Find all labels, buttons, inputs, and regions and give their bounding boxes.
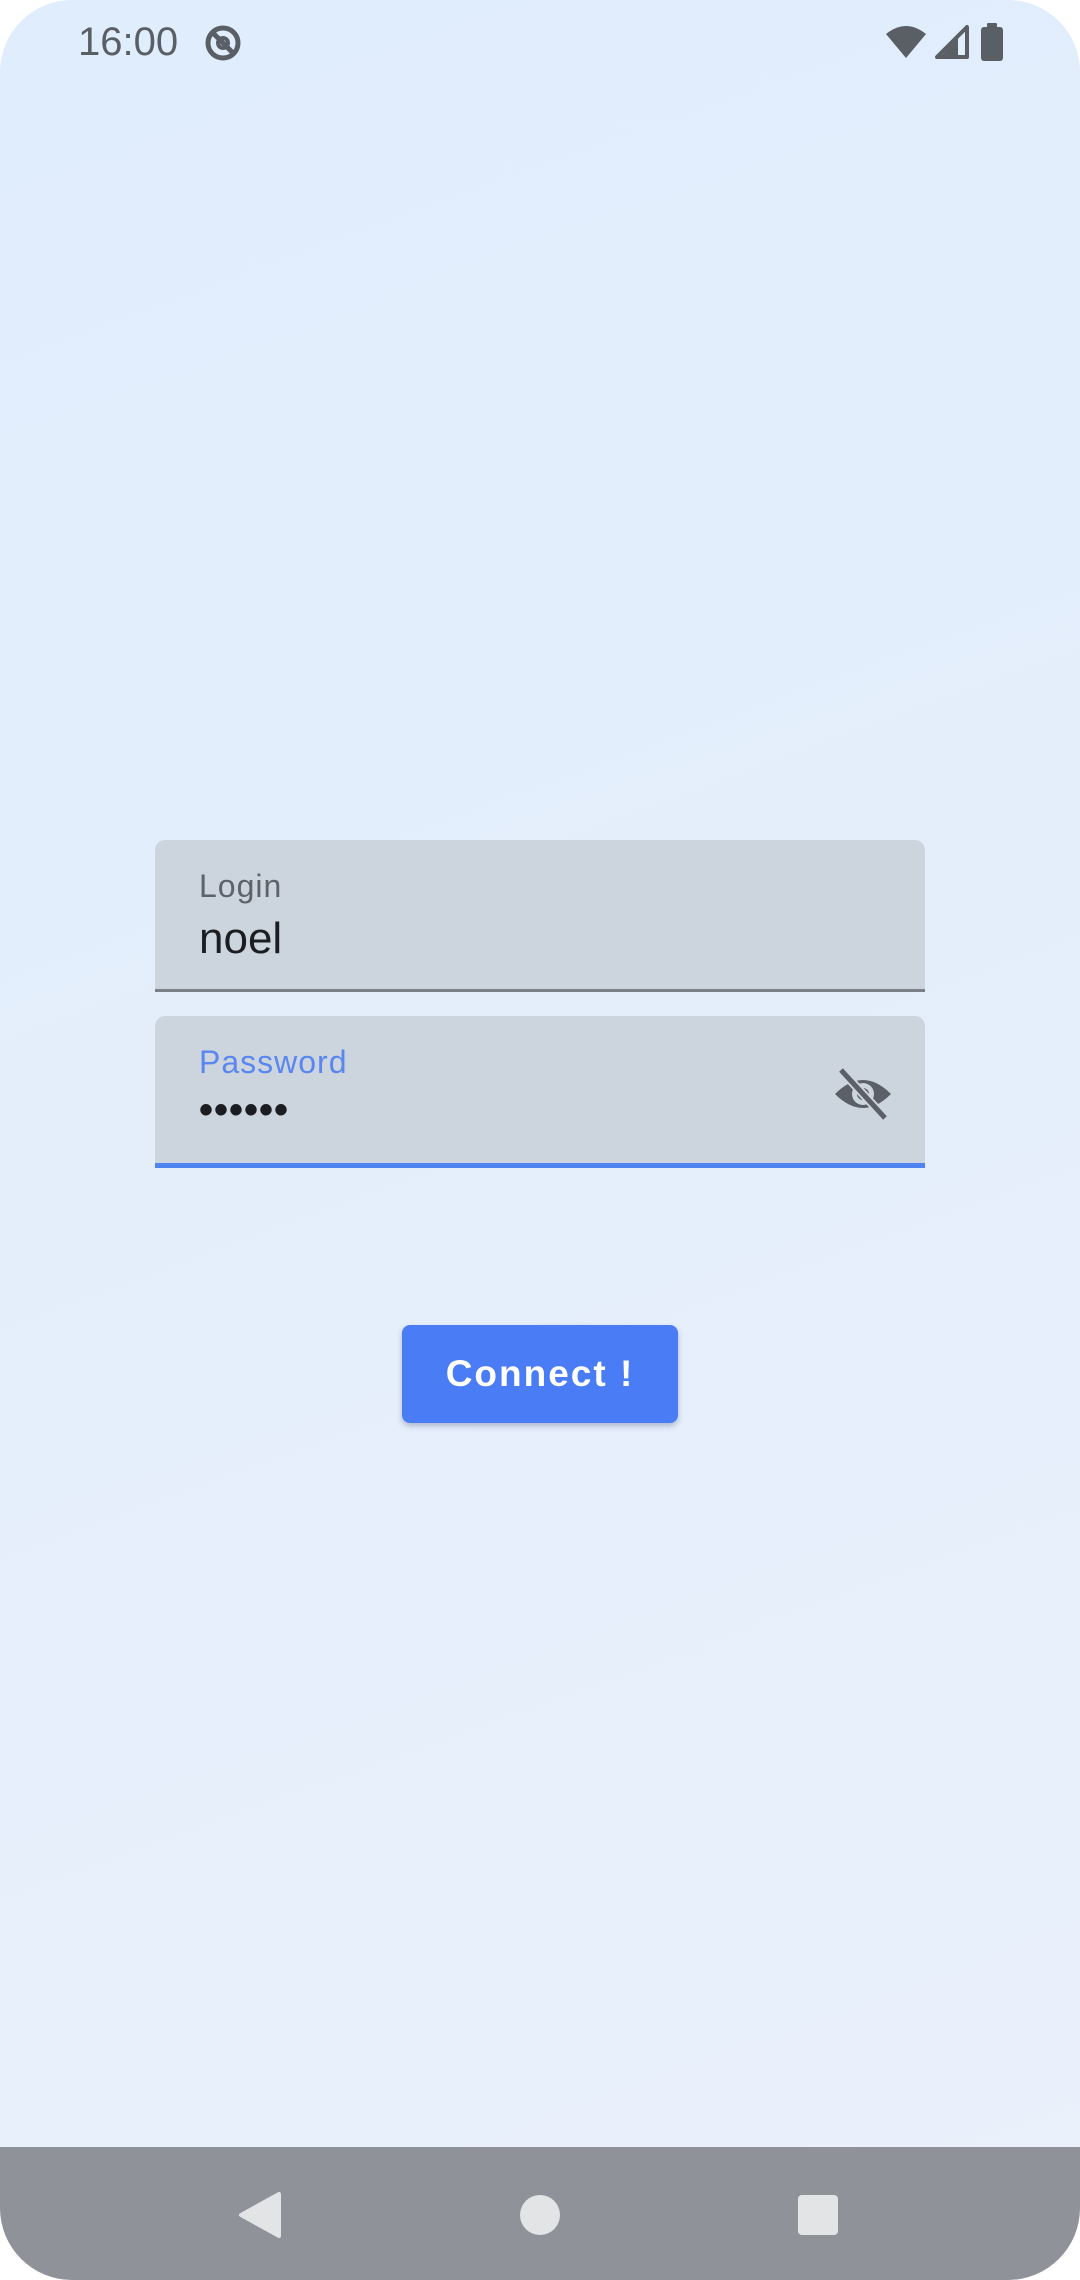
recents-icon	[798, 2195, 838, 2235]
battery-icon	[981, 23, 1003, 61]
login-label: Login	[199, 868, 283, 904]
status-icons	[884, 22, 1008, 62]
back-button[interactable]	[220, 2175, 300, 2255]
login-input[interactable]: noel	[199, 914, 282, 964]
cellular-signal-icon	[935, 25, 969, 59]
status-bar: 16:00	[0, 0, 1080, 90]
home-button[interactable]	[500, 2175, 580, 2255]
login-field[interactable]: Login noel	[155, 840, 925, 992]
home-icon	[520, 2195, 560, 2235]
password-field[interactable]: Password ••••••	[155, 1016, 925, 1168]
back-icon	[239, 2192, 281, 2238]
password-label: Password	[199, 1044, 348, 1080]
screen: 16:00 Login noel Password •••••• Connect…	[0, 0, 1080, 2280]
navigation-bar	[0, 2147, 1080, 2280]
visibility-off-icon[interactable]	[831, 1066, 895, 1122]
wifi-icon	[886, 26, 926, 58]
connect-button[interactable]: Connect !	[402, 1325, 678, 1423]
recents-button[interactable]	[778, 2175, 858, 2255]
status-time: 16:00	[78, 20, 179, 64]
app-notification-icon	[205, 25, 241, 61]
password-input[interactable]: ••••••	[199, 1088, 289, 1133]
